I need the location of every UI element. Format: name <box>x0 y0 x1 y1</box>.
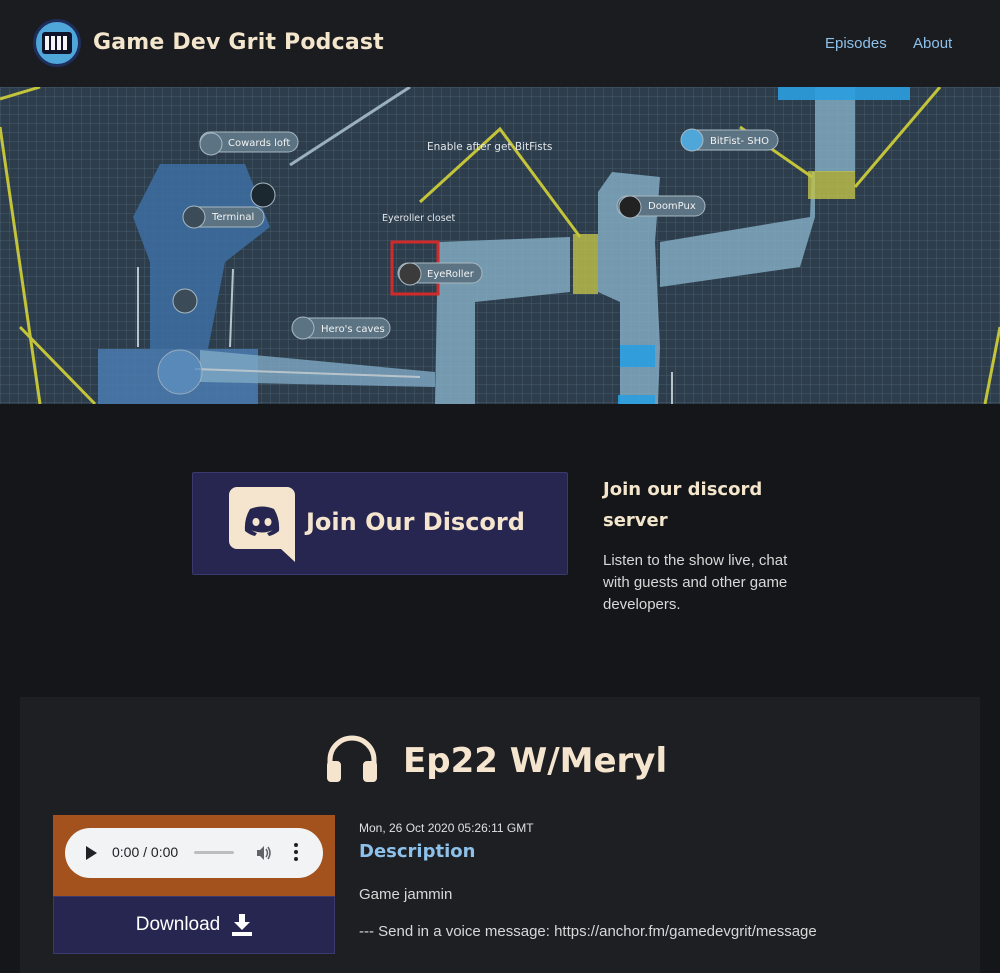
audio-player-container: 0:00 / 0:00 <box>53 815 335 896</box>
map-label-eyeroller-closet: Eyeroller closet <box>382 213 455 224</box>
audio-time: 0:00 / 0:00 <box>112 844 179 860</box>
headphones-icon <box>327 735 377 782</box>
more-options-icon[interactable] <box>294 843 298 863</box>
navbar: Game Dev Grit Podcast Episodes About <box>0 0 1000 87</box>
volume-icon[interactable] <box>256 845 272 861</box>
nav-link-about[interactable]: About <box>913 35 952 52</box>
map-room-eyeroller <box>435 237 570 404</box>
episode-card: Ep22 W/Meryl 0:00 / 0:00 Download Mon, 2… <box>20 697 980 973</box>
map-corridor <box>200 350 435 387</box>
episode-title: Ep22 W/Meryl <box>403 741 668 781</box>
discord-icon <box>229 487 295 562</box>
description-heading: Description <box>359 841 476 862</box>
discord-join-button[interactable]: Join Our Discord <box>192 472 568 575</box>
download-label: Download <box>135 914 221 935</box>
discord-heading: Join our discord server <box>603 479 763 531</box>
map-label-eyeroller: EyeRoller <box>427 269 475 280</box>
description-voice-message: --- Send in a voice message: https://anc… <box>359 923 817 940</box>
episode-date: Mon, 26 Oct 2020 05:26:11 GMT <box>359 821 534 835</box>
download-button[interactable]: Download <box>53 896 335 954</box>
map-label-doompux: DoomPux <box>648 201 696 212</box>
nav-link-episodes[interactable]: Episodes <box>825 35 887 52</box>
audio-player[interactable]: 0:00 / 0:00 <box>65 828 323 878</box>
site-title[interactable]: Game Dev Grit Podcast <box>93 30 384 55</box>
map-label-cowards-loft: Cowards loft <box>228 138 290 149</box>
map-label-terminal: Terminal <box>211 212 254 223</box>
audio-seek-bar[interactable] <box>194 851 234 854</box>
download-icon <box>232 914 253 936</box>
map-label-enable-note: Enable after get BitFists <box>427 141 552 153</box>
discord-description: Listen to the show live, chat with guest… <box>603 552 788 613</box>
hero-map-image: Cowards loft Enable after get BitFists B… <box>0 87 1000 404</box>
play-icon[interactable] <box>86 846 97 860</box>
description-text: Game jammin <box>359 886 453 903</box>
logo-icon[interactable] <box>33 19 81 67</box>
discord-button-label: Join Our Discord <box>306 508 525 536</box>
map-label-heros-caves: Hero's caves <box>321 324 385 335</box>
map-graphic: Cowards loft Enable after get BitFists B… <box>0 87 1000 404</box>
map-room-terminal <box>133 164 270 349</box>
map-label-bitfist: BitFist- SHO <box>710 136 769 147</box>
